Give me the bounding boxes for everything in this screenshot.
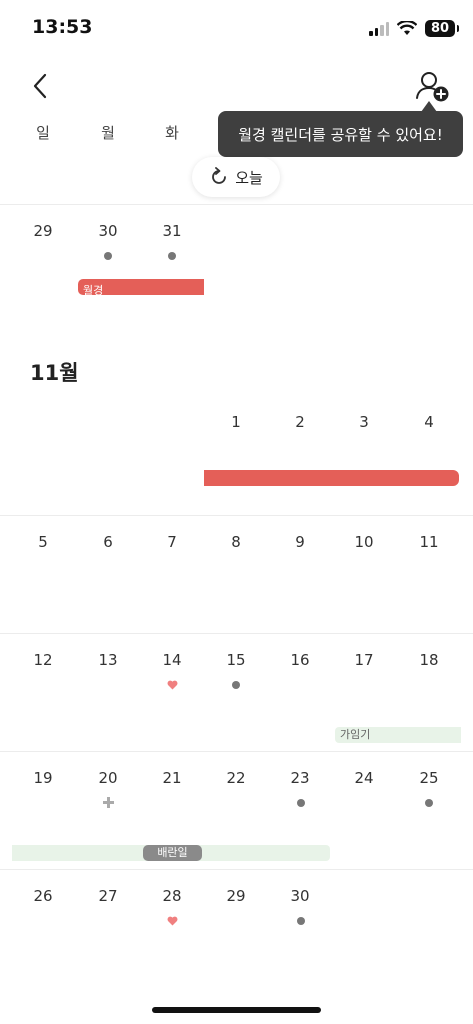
plus-icon: [103, 797, 114, 808]
day-nov-16[interactable]: 16: [268, 651, 332, 669]
day-nov-20[interactable]: 20: [76, 769, 140, 787]
day-nov-12[interactable]: 12: [11, 651, 75, 669]
day-nov-17[interactable]: 17: [332, 651, 396, 669]
day-nov-4[interactable]: 4: [397, 413, 461, 431]
day-oct-31[interactable]: 31: [140, 222, 204, 240]
day-oct-30[interactable]: 30: [76, 222, 140, 240]
share-calendar-button[interactable]: [414, 70, 454, 104]
day-nov-21[interactable]: 21: [140, 769, 204, 787]
divider: [0, 751, 473, 752]
day-nov-10[interactable]: 10: [332, 533, 396, 551]
today-button-label: 오늘: [235, 168, 263, 187]
fertile-label: 가임기: [340, 728, 371, 741]
divider: [0, 869, 473, 870]
refresh-icon: [212, 167, 227, 184]
weekday-sun: 일: [36, 124, 50, 142]
back-button[interactable]: [26, 70, 54, 102]
day-nov-27[interactable]: 27: [76, 887, 140, 905]
day-oct-29[interactable]: 29: [11, 222, 75, 240]
home-indicator: [152, 1007, 321, 1013]
day-nov-15[interactable]: 15: [204, 651, 268, 669]
signal-icon: [369, 21, 389, 36]
day-nov-18[interactable]: 18: [397, 651, 461, 669]
period-label: 월경: [83, 284, 104, 297]
record-dot: [104, 252, 112, 260]
record-dot: [297, 917, 305, 925]
day-nov-13[interactable]: 13: [76, 651, 140, 669]
status-icons: 80: [369, 20, 459, 37]
day-nov-3[interactable]: 3: [332, 413, 396, 431]
day-nov-22[interactable]: 22: [204, 769, 268, 787]
period-bar[interactable]: [204, 470, 459, 486]
day-nov-9[interactable]: 9: [268, 533, 332, 551]
record-dot: [297, 799, 305, 807]
day-nov-24[interactable]: 24: [332, 769, 396, 787]
day-nov-6[interactable]: 6: [76, 533, 140, 551]
battery-icon: 80: [425, 20, 459, 37]
ovulation-day-pill[interactable]: 배란일: [143, 845, 202, 861]
wifi-icon: [397, 21, 417, 35]
period-bar[interactable]: 월경: [78, 279, 204, 297]
day-nov-25[interactable]: 25: [397, 769, 461, 787]
day-nov-5[interactable]: 5: [11, 533, 75, 551]
fertile-window-bar[interactable]: 가임기: [335, 727, 461, 743]
month-title: 11월: [30, 361, 79, 385]
share-tooltip: 월경 캘린더를 공유할 수 있어요!: [218, 111, 463, 157]
heart-icon: [167, 680, 178, 690]
day-nov-28[interactable]: 28: [140, 887, 204, 905]
back-chevron-icon: [33, 73, 47, 99]
day-nov-19[interactable]: 19: [11, 769, 75, 787]
record-dot: [168, 252, 176, 260]
day-nov-11[interactable]: 11: [397, 533, 461, 551]
day-nov-26[interactable]: 26: [11, 887, 75, 905]
weekday-tue: 화: [165, 124, 179, 142]
share-user-plus-icon: [416, 72, 449, 102]
divider: [0, 204, 473, 205]
day-nov-14[interactable]: 14: [140, 651, 204, 669]
day-nov-23[interactable]: 23: [268, 769, 332, 787]
divider: [0, 633, 473, 634]
day-nov-1[interactable]: 1: [204, 413, 268, 431]
day-nov-8[interactable]: 8: [204, 533, 268, 551]
weekday-mon: 월: [101, 124, 115, 142]
record-dot: [232, 681, 240, 689]
record-dot: [425, 799, 433, 807]
day-nov-2[interactable]: 2: [268, 413, 332, 431]
heart-icon: [167, 916, 178, 926]
day-nov-29[interactable]: 29: [204, 887, 268, 905]
divider: [0, 515, 473, 516]
day-nov-30[interactable]: 30: [268, 887, 332, 905]
day-nov-7[interactable]: 7: [140, 533, 204, 551]
status-time: 13:53: [32, 16, 93, 38]
today-button[interactable]: 오늘: [192, 157, 280, 197]
